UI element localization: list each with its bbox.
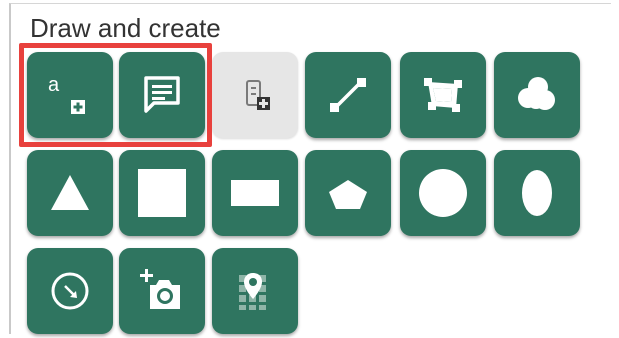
square-icon [138,169,186,217]
pentagon-icon [329,180,367,209]
panel-title: Draw and create [30,13,221,43]
line-icon [330,78,366,112]
cloud-icon [518,77,555,110]
draw-circle-button[interactable] [400,150,486,236]
circle-arrow-icon [51,272,89,310]
draw-line-button[interactable] [305,52,391,138]
circle-icon [419,169,467,217]
rectangle-icon [231,180,279,206]
add-text-label-button[interactable]: a [27,52,113,138]
map-grid-button[interactable] [212,248,298,334]
add-column-icon [246,80,270,110]
draw-rectangle-button[interactable] [212,150,298,236]
add-column-button[interactable] [212,52,298,138]
add-note-button[interactable] [119,52,205,138]
draw-pentagon-button[interactable] [305,150,391,236]
draw-cloud-button[interactable] [494,52,580,138]
draw-ellipse-button[interactable] [494,150,580,236]
triangle-icon [51,175,89,210]
rotate-button[interactable] [27,248,113,334]
draw-polygon-button[interactable] [400,52,486,138]
ellipse-icon [522,170,552,216]
draw-square-button[interactable] [119,150,205,236]
add-photo-icon [140,269,180,309]
add-photo-button[interactable] [119,248,205,334]
quadrilateral-icon [424,78,462,112]
comment-icon [144,76,180,113]
map-grid-pin-icon [239,273,266,310]
add-text-icon [71,100,85,114]
draw-triangle-button[interactable] [27,150,113,236]
